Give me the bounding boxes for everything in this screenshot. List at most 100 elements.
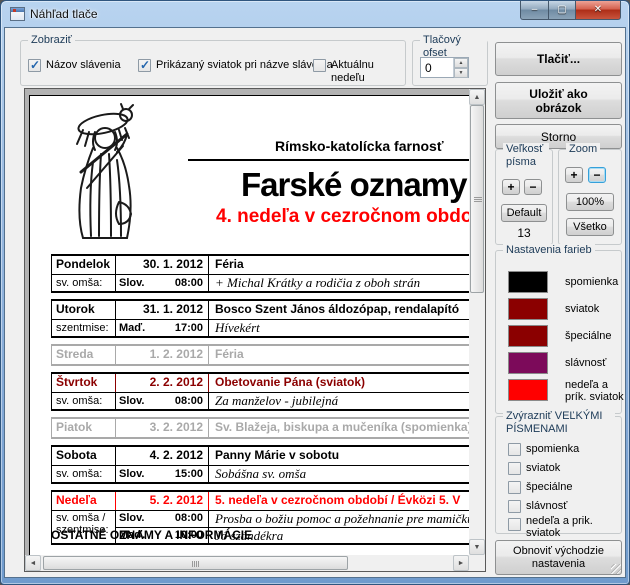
day-date: 30. 1. 2012 [116, 256, 209, 274]
mass-label: szentmise: [52, 320, 116, 336]
checkbox-prikazany-sviatok[interactable]: Prikázaný sviatok pri názve slávenia [138, 59, 333, 72]
highlight-group: Zvýrazniť VEĽKÝMI PÍSMENAMI spomienka sv… [495, 416, 622, 534]
checkbox-label: Prikázaný sviatok pri názve slávenia [156, 59, 333, 72]
scroll-left-icon[interactable]: ◄ [25, 555, 41, 571]
window-title: Náhľad tlače [30, 7, 98, 21]
checkbox-icon[interactable] [508, 518, 521, 531]
checkbox-label: Názov slávenia [46, 59, 121, 72]
day-title: Féria [209, 346, 469, 364]
scroll-down-icon[interactable]: ▼ [469, 539, 485, 555]
spin-down-icon[interactable]: ▼ [454, 68, 468, 78]
checkbox-nazov-slavenia[interactable]: Názov slávenia [28, 59, 121, 72]
checkbox-icon[interactable] [508, 443, 521, 456]
mass-intention: Sobášna sv. omša [209, 466, 469, 482]
day-title: Bosco Szent János áldozópap, rendalapító [209, 301, 469, 319]
color-label: špeciálne [565, 330, 627, 342]
zoom-label: Zoom [566, 143, 600, 156]
highlight-checkbox-specialne[interactable]: špeciálne [508, 481, 572, 494]
checkbox-icon[interactable] [508, 481, 521, 494]
show-group: Zobraziť Názov slávenia Prikázaný sviato… [20, 40, 406, 86]
horizontal-scrollbar[interactable]: ◄ ► [25, 555, 469, 571]
preview-panel[interactable]: Rímsko-katolícka farnosť Farské oznamy 4… [24, 88, 486, 572]
good-shepherd-logo [63, 102, 151, 244]
mass-language: Slov. [116, 511, 144, 527]
checkbox-icon[interactable] [508, 462, 521, 475]
mass-label: sv. omša: [52, 466, 116, 482]
zoom-in-button[interactable]: + [565, 167, 583, 183]
checkbox-icon[interactable] [313, 59, 326, 72]
highlight-label: Zvýrazniť VEĽKÝMI PÍSMENAMI [503, 410, 615, 436]
day-date: 1. 2. 2012 [116, 346, 209, 364]
highlight-checkbox-nedela[interactable]: nedeľa a prik. sviatok [508, 515, 616, 539]
schedule-block-pondelok: Pondelok 30. 1. 2012 Féria sv. omša: Slo… [51, 254, 469, 293]
maximize-button[interactable]: ▢ [548, 1, 576, 20]
mass-language: Slov. [116, 275, 144, 291]
font-size-default-button[interactable]: Default [501, 204, 547, 222]
maximize-icon: ▢ [557, 4, 566, 15]
day-title: 5. nedeľa v cezročnom období / Évközi 5.… [209, 492, 469, 510]
color-label: sviatok [565, 303, 627, 315]
spin-up-icon[interactable]: ▲ [454, 58, 468, 68]
day-name: Piatok [52, 419, 116, 437]
mass-intention: Hívekért [209, 320, 469, 336]
save-as-image-button[interactable]: Uložiť ako obrázok [495, 82, 622, 119]
color-row-specialne: špeciálne [508, 325, 627, 347]
highlight-checkbox-slavnost[interactable]: slávnosť [508, 500, 567, 513]
zoom-out-button[interactable]: − [588, 167, 606, 183]
color-swatch-nedela[interactable] [508, 379, 548, 401]
color-label: slávnosť [565, 357, 627, 369]
color-row-sviatok: sviatok [508, 298, 627, 320]
day-name: Štvrtok [52, 374, 116, 392]
minimize-button[interactable]: – [520, 1, 549, 20]
color-swatch-sviatok[interactable] [508, 298, 548, 320]
day-date: 3. 2. 2012 [116, 419, 209, 437]
font-size-value: 13 [496, 226, 552, 240]
checkbox-label: nedeľa a prik. sviatok [526, 515, 616, 539]
print-preview-window: Náhľad tlače – ▢ ✕ Zobraziť Názov sláven… [0, 0, 630, 585]
highlight-checkbox-sviatok[interactable]: sviatok [508, 462, 560, 475]
parish-name: Rímsko-katolícka farnosť [275, 138, 444, 154]
restore-defaults-button[interactable]: Obnoviť východzie nastavenia [495, 540, 622, 575]
mass-intention: Za manželov - jubilejná [209, 393, 469, 409]
mass-time: 08:00 [175, 275, 208, 291]
document-page: Rímsko-katolícka farnosť Farské oznamy 4… [29, 95, 469, 555]
print-offset-value[interactable]: 0 [421, 58, 453, 77]
highlight-checkbox-spomienka[interactable]: spomienka [508, 443, 579, 456]
print-button[interactable]: Tlačiť... [495, 42, 622, 76]
zoom-all-button[interactable]: Všetko [566, 218, 614, 236]
zoom-100-button[interactable]: 100% [566, 193, 614, 211]
checkbox-label: sviatok [526, 462, 560, 475]
minimize-icon: – [532, 4, 538, 15]
color-swatch-specialne[interactable] [508, 325, 548, 347]
schedule-block-utorok: Utorok 31. 1. 2012 Bosco Szent János áld… [51, 299, 469, 338]
color-swatch-slavnost[interactable] [508, 352, 548, 374]
color-label: spomienka [565, 276, 627, 288]
close-button[interactable]: ✕ [575, 1, 621, 20]
scroll-right-icon[interactable]: ► [453, 555, 469, 571]
schedule-block-piatok: Piatok 3. 2. 2012 Sv. Blažeja, biskupa a… [51, 417, 469, 439]
checkbox-icon[interactable] [138, 59, 151, 72]
day-date: 5. 2. 2012 [116, 492, 209, 510]
horizontal-scroll-thumb[interactable] [43, 556, 348, 570]
mass-time: 08:00 [175, 393, 208, 409]
preview-viewport[interactable]: Rímsko-katolícka farnosť Farské oznamy 4… [25, 89, 469, 555]
color-settings-group: Nastavenia farieb spomienka sviatok špec… [495, 250, 622, 414]
schedule-block-streda: Streda 1. 2. 2012 Féria [51, 344, 469, 366]
app-icon [10, 7, 25, 21]
font-size-plus-button[interactable]: + [502, 179, 520, 195]
checkbox-icon[interactable] [508, 500, 521, 513]
font-size-minus-button[interactable]: − [524, 179, 542, 195]
vertical-scrollbar[interactable]: ▲ ▼ [469, 89, 485, 555]
checkbox-label: špeciálne [526, 481, 572, 494]
resize-grip-icon[interactable] [611, 564, 621, 574]
vertical-scroll-thumb[interactable] [470, 105, 484, 293]
bulletin-subtitle: 4. nedeľa v cezročnom období / Évközi 4. [216, 206, 469, 228]
color-swatch-spomienka[interactable] [508, 271, 548, 293]
print-offset-stepper[interactable]: 0 ▲ ▼ [420, 57, 469, 78]
scroll-up-icon[interactable]: ▲ [469, 89, 485, 105]
mass-language: Maď. [116, 320, 145, 336]
checkbox-aktualnu-nedelu[interactable]: Aktuálnu nedeľu [313, 59, 405, 85]
checkbox-icon[interactable] [28, 59, 41, 72]
mass-language: Slov. [116, 466, 144, 482]
titlebar[interactable]: Náhľad tlače – ▢ ✕ [1, 1, 629, 27]
